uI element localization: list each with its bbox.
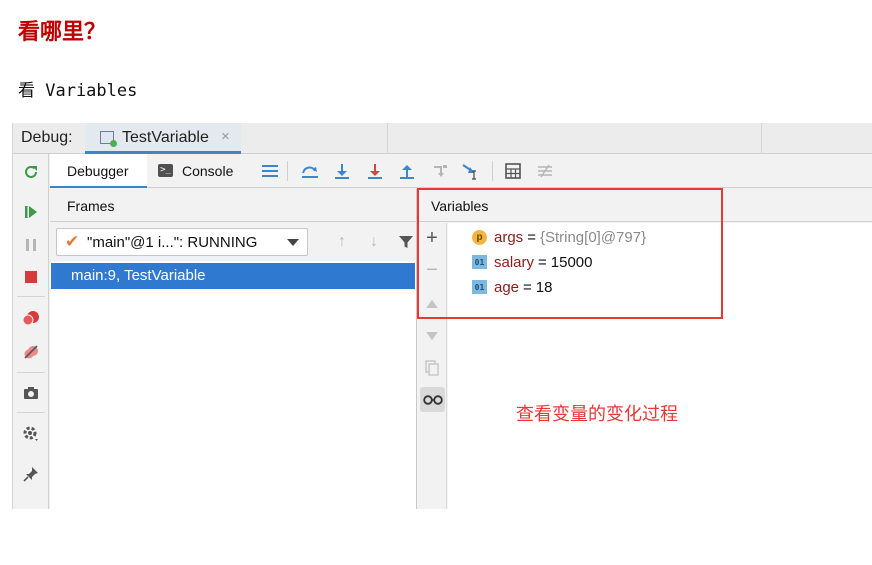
- instruction-text: 看 Variables: [18, 81, 138, 101]
- filter-icon[interactable]: [397, 233, 415, 251]
- title-divider: [387, 123, 388, 154]
- page-heading: 看哪里？: [18, 20, 107, 45]
- pin-icon[interactable]: [22, 465, 40, 483]
- move-down-icon[interactable]: [423, 327, 441, 345]
- menu-icon[interactable]: [261, 162, 279, 180]
- toolbar-separator: [287, 161, 288, 181]
- trace-icon[interactable]: [536, 162, 554, 180]
- checkmark-icon: ✔: [65, 232, 80, 251]
- toolbar-separator: [17, 296, 45, 297]
- close-tab-icon[interactable]: ×: [221, 128, 230, 145]
- show-execution-point-icon[interactable]: [301, 162, 319, 180]
- tab-debugger-label: Debugger: [67, 163, 129, 179]
- run-config-icon: [100, 131, 117, 147]
- copy-icon[interactable]: [423, 359, 441, 377]
- console-icon: >_: [158, 164, 173, 177]
- step-into-icon[interactable]: [366, 162, 384, 180]
- glasses-icon[interactable]: [420, 387, 445, 412]
- step-out-icon[interactable]: [398, 162, 416, 180]
- highlight-box: [417, 188, 723, 319]
- mute-breakpoints-icon[interactable]: [22, 343, 40, 361]
- evaluate-expression-icon[interactable]: [504, 162, 522, 180]
- previous-frame-icon[interactable]: ↑: [333, 233, 351, 251]
- debug-title-bar: Debug: TestVariable ×: [13, 123, 872, 154]
- rerun-icon[interactable]: [22, 163, 40, 181]
- thread-dropdown[interactable]: ✔ "main"@1 i...": RUNNING: [56, 228, 308, 256]
- next-frame-icon[interactable]: ↓: [365, 233, 383, 251]
- debugger-toolbar: Debugger >_ Console: [50, 154, 872, 188]
- left-debug-toolbar: [13, 154, 49, 509]
- drop-frame-icon[interactable]: [431, 162, 449, 180]
- chevron-down-icon: [287, 239, 299, 246]
- annotation-text: 查看变量的变化过程: [516, 404, 678, 425]
- frames-title: Frames: [67, 198, 115, 214]
- resume-icon[interactable]: [22, 203, 40, 221]
- view-breakpoints-icon[interactable]: [22, 309, 40, 327]
- thread-selector-row: ✔ "main"@1 i...": RUNNING ↑ ↓: [50, 223, 416, 261]
- debug-label: Debug:: [21, 129, 73, 146]
- tab-console[interactable]: Console: [182, 163, 233, 179]
- settings-icon[interactable]: [22, 425, 40, 443]
- tab-label: TestVariable: [122, 129, 209, 146]
- toolbar-separator: [17, 412, 45, 413]
- frames-panel-header: Frames: [50, 189, 416, 222]
- run-to-cursor-icon[interactable]: [461, 162, 479, 180]
- thread-dropdown-value: "main"@1 i...": RUNNING: [87, 234, 258, 251]
- pause-icon[interactable]: [22, 236, 40, 254]
- frame-item-label: main:9, TestVariable: [71, 267, 206, 284]
- step-over-icon[interactable]: [333, 162, 351, 180]
- title-divider: [761, 123, 762, 154]
- toolbar-separator: [492, 161, 493, 181]
- frame-item-selected[interactable]: main:9, TestVariable: [51, 263, 415, 289]
- stop-icon[interactable]: [22, 268, 40, 286]
- tab-testvariable[interactable]: TestVariable ×: [85, 123, 241, 154]
- toolbar-separator: [17, 372, 45, 373]
- tab-debugger[interactable]: Debugger: [50, 154, 147, 188]
- camera-icon[interactable]: [22, 384, 40, 402]
- frames-list: main:9, TestVariable: [50, 261, 416, 509]
